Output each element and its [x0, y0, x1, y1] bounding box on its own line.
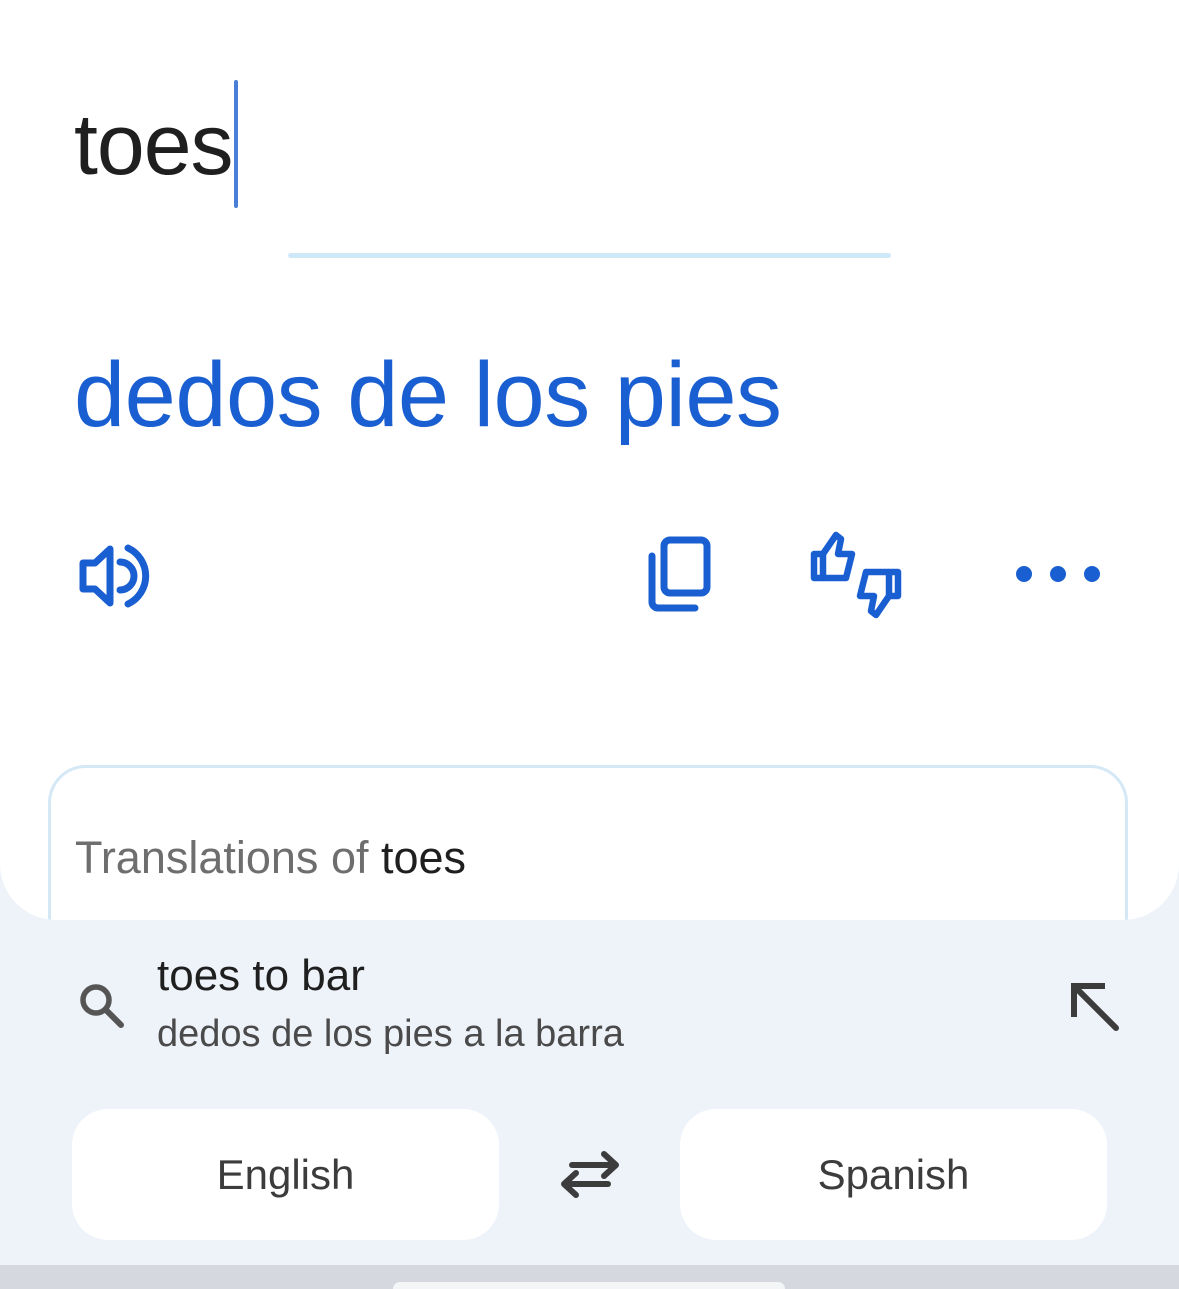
search-icon	[76, 980, 128, 1032]
source-language-button[interactable]: English	[72, 1109, 499, 1240]
more-options-button[interactable]	[1006, 544, 1110, 604]
suggestion-text: toes to bar	[157, 951, 365, 1000]
target-language-button[interactable]: Spanish	[680, 1109, 1107, 1240]
translations-panel[interactable]: Translations of toes	[48, 765, 1128, 920]
text-caret	[233, 80, 238, 208]
swap-languages-button[interactable]	[550, 1140, 630, 1210]
suggestion-translation: dedos de los pies a la barra	[157, 1013, 624, 1055]
more-horizontal-icon	[1006, 544, 1110, 604]
translate-app: toes dedos de los pies Translations of t…	[0, 0, 1179, 1289]
speaker-icon	[74, 536, 154, 616]
listen-button[interactable]	[74, 536, 154, 616]
translations-heading-word: toes	[380, 832, 467, 883]
translations-heading: Translations of toes	[75, 828, 466, 888]
arrow-up-left-icon[interactable]	[1062, 974, 1126, 1038]
home-indicator[interactable]	[393, 1282, 785, 1289]
copy-button[interactable]	[640, 532, 720, 616]
source-text[interactable]: toes	[74, 70, 234, 220]
suggestion-row[interactable]: toes to bar dedos de los pies a la barra	[0, 930, 1179, 1080]
translation-card: toes dedos de los pies Translations of t…	[0, 0, 1179, 920]
swap-arrows-icon	[550, 1140, 630, 1210]
input-divider	[288, 253, 891, 258]
translations-heading-prefix: Translations of	[75, 832, 381, 883]
thumbs-up-down-icon	[806, 528, 906, 622]
copy-icon	[640, 532, 720, 616]
rate-translation-button[interactable]	[806, 528, 906, 622]
translated-text: dedos de los pies	[74, 344, 782, 446]
source-input[interactable]: toes	[74, 70, 238, 220]
